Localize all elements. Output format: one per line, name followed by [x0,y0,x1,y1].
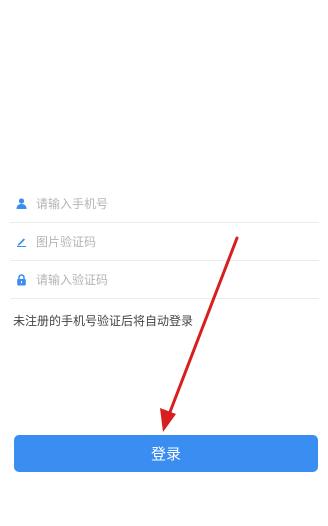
lock-icon [14,273,28,287]
auto-register-hint: 未注册的手机号验证后将自动登录 [13,314,194,328]
user-icon [14,197,28,211]
phone-field [10,185,319,223]
phone-input[interactable] [36,196,276,211]
login-screen: 未注册的手机号验证后将自动登录 登录 [0,0,328,526]
sms-code-input[interactable] [36,272,276,287]
image-code-input[interactable] [36,234,276,249]
login-button[interactable]: 登录 [14,435,318,472]
image-code-field [10,223,319,261]
sms-code-field [10,261,319,299]
pencil-icon [14,235,28,249]
